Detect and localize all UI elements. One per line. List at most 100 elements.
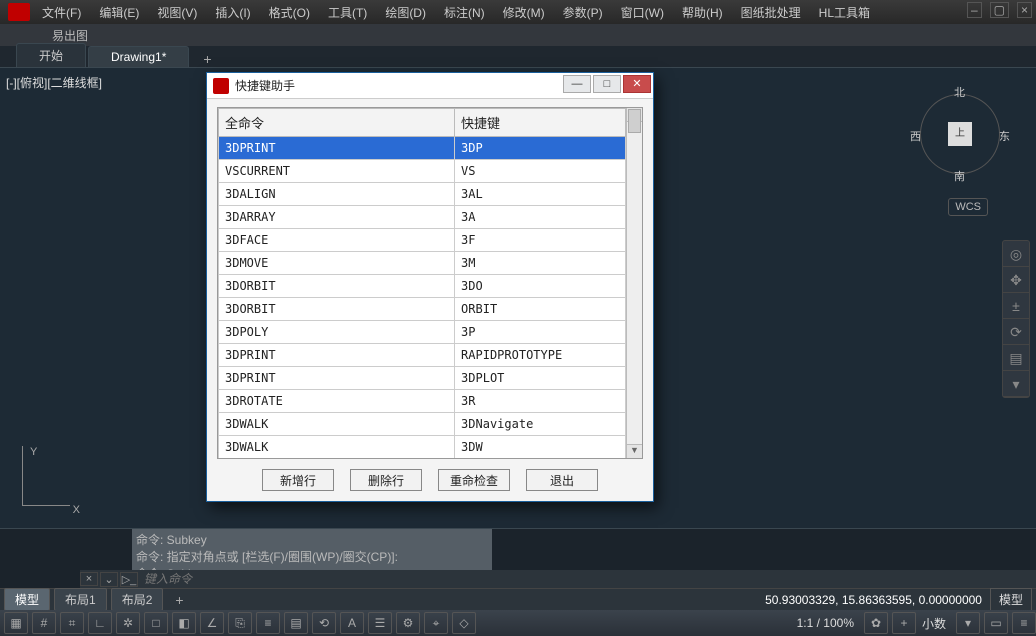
menu-file[interactable]: 文件(F) [42, 4, 81, 21]
sb-add-icon[interactable]: + [892, 612, 916, 634]
table-row[interactable]: 3DORBITORBIT [219, 298, 626, 321]
cell-command[interactable]: 3DPOLY [219, 321, 455, 344]
dialog-maximize[interactable]: □ [593, 75, 621, 93]
layout-1[interactable]: 布局1 [54, 588, 107, 611]
table-row[interactable]: 3DWALK3DW [219, 436, 626, 459]
window-close[interactable]: × [1017, 2, 1032, 18]
btn-add-row[interactable]: 新增行 [262, 469, 334, 491]
menu-help[interactable]: 帮助(H) [682, 4, 723, 21]
nav-showmotion-icon[interactable]: ▤ [1003, 345, 1029, 371]
sb-iso-icon[interactable]: ◇ [452, 612, 476, 634]
sb-3dosnap-icon[interactable]: ◧ [172, 612, 196, 634]
nav-zoom-icon[interactable]: ± [1003, 293, 1029, 319]
sb-cycle-icon[interactable]: ⟲ [312, 612, 336, 634]
sb-transparency-icon[interactable]: ▤ [284, 612, 308, 634]
table-row[interactable]: VSCURRENTVS [219, 160, 626, 183]
viewcube-south[interactable]: 南 [954, 168, 965, 184]
wcs-badge[interactable]: WCS [948, 198, 988, 216]
table-row[interactable]: 3DORBIT3DO [219, 275, 626, 298]
cell-command[interactable]: 3DORBIT [219, 298, 455, 321]
table-row[interactable]: 3DPRINT3DP [219, 137, 626, 160]
dialog-close[interactable]: ✕ [623, 75, 651, 93]
cell-shortcut[interactable]: ORBIT [455, 298, 626, 321]
sb-qprops-icon[interactable]: ☰ [368, 612, 392, 634]
cmd-history-icon[interactable]: ⌄ [100, 572, 118, 587]
cell-shortcut[interactable]: 3M [455, 252, 626, 275]
nav-more-icon[interactable]: ▾ [1003, 371, 1029, 397]
table-row[interactable]: 3DALIGN3AL [219, 183, 626, 206]
viewport-label[interactable]: [-][俯视][二维线框] [6, 74, 102, 91]
layout-add[interactable]: + [169, 592, 189, 608]
cmd-close-icon[interactable]: × [80, 572, 98, 586]
menu-param[interactable]: 参数(P) [563, 4, 603, 21]
menu-format[interactable]: 格式(O) [269, 4, 310, 21]
sb-custom-icon[interactable]: ≡ [1012, 612, 1036, 634]
menu-dim[interactable]: 标注(N) [444, 4, 485, 21]
menu-window[interactable]: 窗口(W) [621, 4, 664, 21]
scroll-thumb[interactable] [628, 109, 641, 133]
cell-shortcut[interactable]: 3A [455, 206, 626, 229]
layout-model[interactable]: 模型 [4, 588, 50, 611]
table-row[interactable]: 3DMOVE3M [219, 252, 626, 275]
table-row[interactable]: 3DPOLY3P [219, 321, 626, 344]
btn-exit[interactable]: 退出 [526, 469, 598, 491]
cell-shortcut[interactable]: 3DP [455, 137, 626, 160]
cell-command[interactable]: 3DALIGN [219, 183, 455, 206]
cell-command[interactable]: 3DORBIT [219, 275, 455, 298]
viewcube[interactable]: 北 南 西 东 上 [912, 86, 1008, 182]
col-shortcut[interactable]: 快捷键 [455, 109, 626, 137]
window-restore[interactable]: ▢ [990, 2, 1009, 18]
dialog-titlebar[interactable]: 快捷键助手 — □ ✕ [207, 73, 653, 99]
table-row[interactable]: 3DPRINTRAPIDPROTOTYPE [219, 344, 626, 367]
sb-snap-icon[interactable]: ⌗ [60, 612, 84, 634]
cell-command[interactable]: 3DWALK [219, 436, 455, 459]
cell-command[interactable]: 3DROTATE [219, 390, 455, 413]
tab-drawing1[interactable]: Drawing1* [88, 46, 189, 67]
menu-view[interactable]: 视图(V) [157, 4, 197, 21]
cell-shortcut[interactable]: RAPIDPROTOTYPE [455, 344, 626, 367]
status-space[interactable]: 模型 [990, 588, 1032, 611]
btn-rename-check[interactable]: 重命检查 [438, 469, 510, 491]
cell-command[interactable]: 3DWALK [219, 413, 455, 436]
sb-anno-icon[interactable]: A [340, 612, 364, 634]
viewcube-top-face[interactable]: 上 [948, 122, 972, 146]
sb-units-icon[interactable]: ⌖ [424, 612, 448, 634]
cell-shortcut[interactable]: 3R [455, 390, 626, 413]
tab-add[interactable]: + [197, 51, 217, 67]
cell-command[interactable]: 3DPRINT [219, 367, 455, 390]
nav-pan-icon[interactable]: ✥ [1003, 267, 1029, 293]
window-minimize[interactable]: – [967, 2, 982, 18]
cell-shortcut[interactable]: 3P [455, 321, 626, 344]
viewcube-north[interactable]: 北 [954, 84, 965, 100]
cell-shortcut[interactable]: 3DNavigate [455, 413, 626, 436]
layout-2[interactable]: 布局2 [111, 588, 164, 611]
sb-otrack-icon[interactable]: ∠ [200, 612, 224, 634]
cell-command[interactable]: 3DFACE [219, 229, 455, 252]
cell-shortcut[interactable]: 3DPLOT [455, 367, 626, 390]
sb-precision[interactable]: 小数 [922, 615, 946, 632]
sb-grid-icon[interactable]: # [32, 612, 56, 634]
table-row[interactable]: 3DFACE3F [219, 229, 626, 252]
cell-shortcut[interactable]: 3DO [455, 275, 626, 298]
tab-start[interactable]: 开始 [16, 43, 86, 67]
cell-command[interactable]: 3DARRAY [219, 206, 455, 229]
sb-polar-icon[interactable]: ✲ [116, 612, 140, 634]
cell-command[interactable]: 3DPRINT [219, 344, 455, 367]
cell-command[interactable]: 3DMOVE [219, 252, 455, 275]
sb-gear-icon[interactable]: ✿ [864, 612, 888, 634]
cell-shortcut[interactable]: 3AL [455, 183, 626, 206]
table-row[interactable]: 3DPRINT3DPLOT [219, 367, 626, 390]
scroll-down-icon[interactable]: ▼ [627, 444, 642, 458]
menu-draw[interactable]: 绘图(D) [385, 4, 426, 21]
table-row[interactable]: 3DARRAY3A [219, 206, 626, 229]
sb-model-icon[interactable]: ▦ [4, 612, 28, 634]
sb-osnap-icon[interactable]: □ [144, 612, 168, 634]
cell-shortcut[interactable]: VS [455, 160, 626, 183]
btn-delete-row[interactable]: 删除行 [350, 469, 422, 491]
menu-batch[interactable]: 图纸批处理 [741, 4, 801, 21]
grid-scrollbar[interactable]: ▲ ▼ [626, 108, 642, 458]
command-input[interactable] [140, 572, 1036, 586]
sb-ortho-icon[interactable]: ∟ [88, 612, 112, 634]
menu-modify[interactable]: 修改(M) [503, 4, 545, 21]
menu-hltool[interactable]: HL工具箱 [819, 4, 870, 21]
